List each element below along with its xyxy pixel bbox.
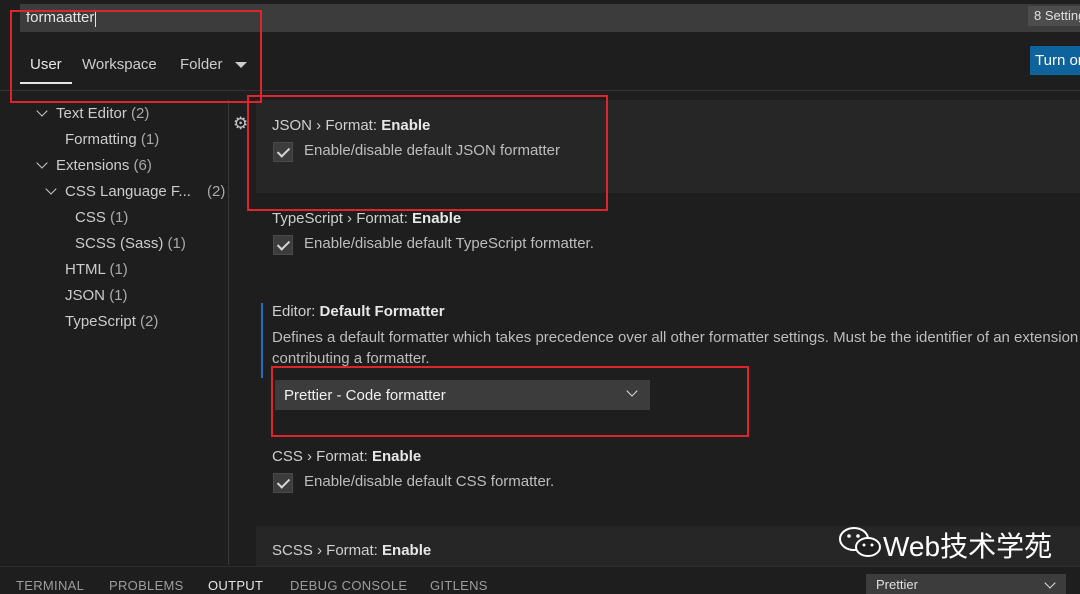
setting-title-scss-format: SCSS › Format: Enable [272, 542, 431, 559]
setting-category: TypeScript › Format: [272, 210, 413, 227]
tree-item-label: SCSS (Sass) [75, 235, 164, 252]
tree-item-count: (1) [167, 235, 186, 252]
setting-name: Enable [372, 448, 422, 465]
tree-item-typescript[interactable]: TypeScript (2) [65, 313, 158, 330]
tree-item-scss[interactable]: SCSS (Sass) (1) [75, 235, 186, 252]
setting-name: Enable [382, 542, 432, 559]
setting-category: Editor: [272, 303, 320, 320]
sidebar-divider [228, 100, 229, 565]
tree-item-label: TypeScript [65, 313, 136, 330]
output-channel-select[interactable]: Prettier [866, 574, 1066, 594]
tree-item-formatting[interactable]: Formatting (1) [65, 131, 159, 148]
annotation-box-search-scope [10, 10, 262, 103]
tree-item-css[interactable]: CSS (1) [75, 209, 128, 226]
setting-category: CSS › Format: [272, 448, 373, 465]
css-format-checkbox[interactable] [273, 473, 293, 493]
watermark-text: Web技术学苑 [883, 531, 1053, 562]
chevron-down-icon [45, 183, 57, 195]
tree-item-label: CSS Language F... [65, 183, 191, 200]
tree-item-label: CSS [75, 209, 106, 226]
setting-title-css-format: CSS › Format: Enable [272, 448, 421, 465]
typescript-format-checkbox[interactable] [273, 235, 293, 255]
chevron-down-icon [36, 157, 48, 169]
setting-title-typescript-format: TypeScript › Format: Enable [272, 210, 461, 227]
tree-item-count: (2) [207, 183, 226, 200]
setting-name: Enable [412, 210, 462, 227]
gear-icon[interactable]: ⚙ [233, 114, 248, 134]
tree-item-label: Text Editor [56, 105, 127, 122]
setting-description: Enable/disable default TypeScript format… [304, 235, 594, 252]
results-count-badge: 8 Settings [1028, 6, 1080, 26]
setting-description: Defines a default formatter which takes … [272, 329, 1079, 346]
tree-item-count: (2) [131, 105, 150, 122]
panel-tab-debug-console[interactable]: DEBUG CONSOLE [290, 578, 407, 593]
setting-category: SCSS › Format: [272, 542, 383, 559]
tree-item-count: (1) [110, 209, 129, 226]
setting-description: Enable/disable default CSS formatter. [304, 473, 555, 490]
tree-item-label: Formatting [65, 131, 137, 148]
tree-item-html[interactable]: HTML (1) [65, 261, 128, 278]
tree-item-count: (2) [140, 313, 159, 330]
tree-item-text-editor[interactable]: Text Editor (2) [36, 105, 150, 122]
tree-item-extensions[interactable]: Extensions (6) [36, 157, 152, 174]
panel-tab-output[interactable]: OUTPUT [208, 578, 263, 593]
chevron-down-icon [36, 105, 48, 117]
annotation-box-json-setting [247, 95, 608, 211]
setting-description-continued: contributing a formatter. [272, 350, 430, 367]
tree-item-label: Extensions [56, 157, 130, 174]
setting-title-default-formatter: Editor: Default Formatter [272, 303, 445, 320]
tree-item-json[interactable]: JSON (1) [65, 287, 128, 304]
tree-item-count: (1) [109, 287, 128, 304]
wechat-logo [839, 527, 881, 557]
panel-tab-gitlens[interactable]: GITLENS [430, 578, 488, 593]
tree-item-count: (1) [109, 261, 128, 278]
setting-name: Default Formatter [319, 303, 445, 320]
modified-indicator [261, 303, 263, 378]
panel-tab-problems[interactable]: PROBLEMS [109, 578, 184, 593]
tree-item-count: (1) [140, 131, 160, 148]
panel-tab-terminal[interactable]: TERMINAL [16, 578, 84, 593]
tree-item-css-language-features[interactable]: CSS Language F... (2) [45, 183, 225, 200]
tree-item-label: JSON [65, 287, 106, 304]
turn-on-settings-sync-button[interactable]: Turn on Settings Sync [1030, 46, 1080, 75]
tree-item-count: (6) [133, 157, 152, 174]
annotation-box-formatter-select [271, 366, 749, 437]
tree-item-label: HTML [65, 261, 106, 278]
